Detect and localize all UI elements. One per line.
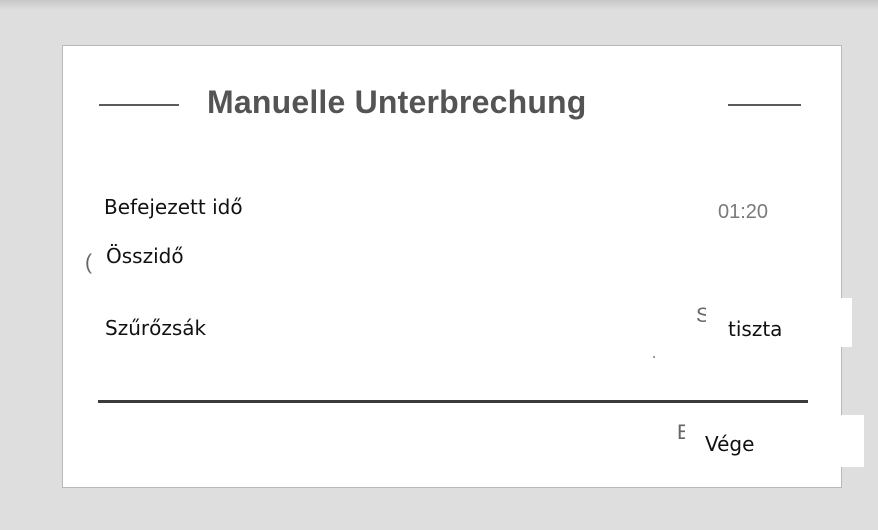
underlying-text-fragment: E <box>677 421 685 444</box>
title-rule-right <box>728 104 801 106</box>
filter-bag-status: tiszta <box>710 298 852 347</box>
screen-top-edge <box>0 0 878 10</box>
underlying-text-fragment: ( <box>85 251 92 274</box>
finished-time-value: 01:20 <box>718 201 769 223</box>
filter-bag-label: Szűrőzsák <box>96 297 381 347</box>
end-button[interactable]: Vége <box>686 415 864 467</box>
dialog-title: Manuelle Unterbrechung <box>207 84 587 120</box>
finished-time-label: Befejezett idő <box>96 180 381 232</box>
title-rule-left <box>99 104 179 106</box>
speck <box>653 356 655 358</box>
total-time-label: Összidő <box>96 232 413 289</box>
underlying-text-fragment: S <box>696 304 706 327</box>
divider-line <box>98 400 808 403</box>
